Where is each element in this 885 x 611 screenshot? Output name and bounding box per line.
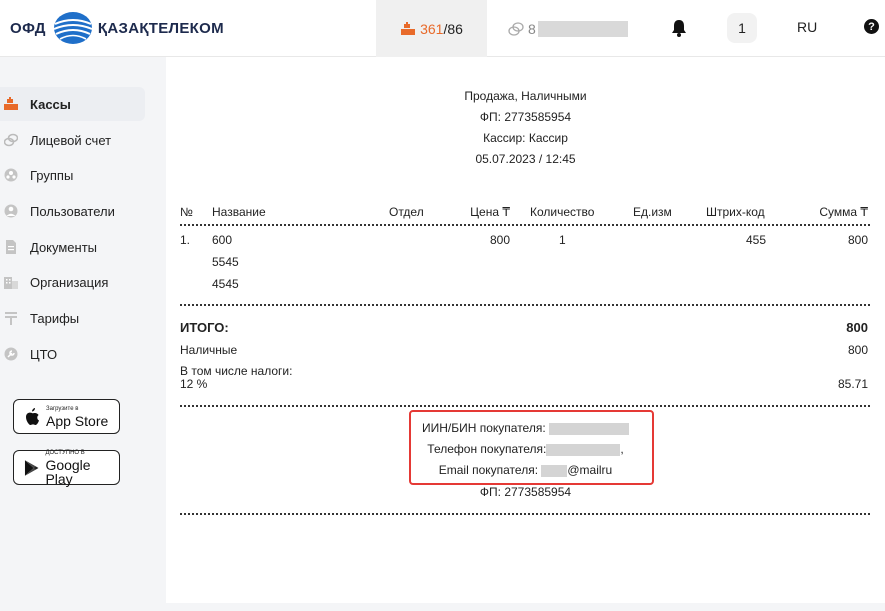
- dotted-divider: [180, 304, 870, 306]
- globe-logo-icon: [53, 12, 93, 44]
- item-name-line: 5545: [212, 255, 239, 269]
- item-name-line: 600: [212, 233, 233, 247]
- kkm-counter[interactable]: 361 / 86: [376, 0, 487, 57]
- google-play-small-text: ДОСТУПНО В: [45, 449, 85, 456]
- sidebar: Кассы Лицевой счет Группы Пользователи Д…: [0, 57, 160, 611]
- app-store-label: App Store: [46, 412, 109, 429]
- account-balance[interactable]: 8: [508, 0, 628, 57]
- col-header-num: №: [180, 205, 193, 219]
- google-play-label: Google Play: [45, 456, 91, 487]
- item-barcode: 455: [745, 233, 766, 247]
- logo-ofd-text: ОФД: [10, 19, 46, 37]
- sidebar-item-documents[interactable]: Документы: [0, 230, 145, 264]
- total-value: 800: [846, 320, 868, 335]
- sidebar-item-groups[interactable]: Группы: [0, 158, 145, 192]
- sidebar-item-tariffs[interactable]: Тарифы: [0, 301, 145, 335]
- google-play-icon: [24, 459, 39, 476]
- item-price: 800: [489, 233, 510, 247]
- language-switcher[interactable]: RU: [797, 19, 817, 35]
- sidebar-item-label: Тарифы: [30, 310, 80, 326]
- balance-prefix: 8: [528, 20, 536, 37]
- sidebar-item-label: Группы: [30, 167, 74, 183]
- item-name-line: 4545: [212, 277, 239, 291]
- coins-icon: [508, 21, 524, 36]
- sidebar-item-organization[interactable]: Организация: [0, 265, 145, 299]
- balance-redacted: [537, 20, 628, 37]
- sidebar-item-label: Организация: [30, 274, 109, 290]
- wrench-icon: [4, 347, 18, 361]
- counter-used: 361: [420, 20, 444, 37]
- user-icon: [4, 204, 18, 218]
- app-store-button[interactable]: Загрузите в App Store: [13, 399, 120, 434]
- col-header-name: Название: [212, 205, 266, 219]
- sidebar-item-kassy[interactable]: Кассы: [0, 87, 145, 121]
- apple-icon: [26, 407, 39, 425]
- receipt-fp: ФП: 2773585954: [479, 110, 572, 124]
- building-icon: [4, 277, 18, 289]
- col-header-price: Цена ₸: [470, 205, 510, 219]
- sidebar-item-label: Документы: [30, 239, 98, 255]
- receipt-panel: Продажа, Наличными ФП: 2773585954 Кассир…: [166, 57, 885, 603]
- tax-value: 85.71: [837, 377, 868, 391]
- sidebar-item-account[interactable]: Лицевой счет: [0, 123, 145, 157]
- google-play-button[interactable]: ДОСТУПНО В Google Play: [13, 449, 120, 487]
- coins-icon: [4, 133, 18, 147]
- cash-register-icon: [4, 97, 18, 110]
- col-header-dept: Отдел: [389, 205, 424, 219]
- tax-rate: 12 %: [180, 377, 208, 391]
- app-store-small-text: Загрузите в: [46, 405, 79, 412]
- tenge-icon: [5, 312, 17, 325]
- col-header-barcode: Штрих-код: [706, 205, 765, 219]
- dotted-divider: [180, 405, 870, 407]
- sidebar-item-label: Кассы: [30, 96, 71, 112]
- receipt-operation: Продажа, Наличными: [464, 89, 587, 103]
- col-header-qty: Количество: [530, 205, 595, 219]
- notification-count-value: 1: [738, 20, 746, 36]
- sidebar-item-label: ЦТО: [30, 346, 58, 362]
- sidebar-item-cto[interactable]: ЦТО: [0, 337, 145, 371]
- bell-icon[interactable]: [671, 19, 687, 37]
- sidebar-item-label: Пользователи: [30, 203, 115, 219]
- total-label: ИТОГО:: [180, 320, 229, 335]
- dotted-divider: [180, 513, 870, 515]
- buyer-info-highlight: [409, 410, 654, 485]
- receipt-fp-bottom: ФП: 2773585954: [479, 485, 572, 499]
- counter-total: 86: [447, 20, 463, 37]
- top-header: ОФД ҚАЗАҚТЕЛЕКОМ 361 / 86 8 1 RU ?: [0, 0, 885, 57]
- dotted-divider: [180, 224, 870, 226]
- help-icon[interactable]: ?: [864, 19, 879, 34]
- payment-value: 800: [847, 343, 868, 357]
- col-header-sum: Сумма ₸: [819, 205, 868, 219]
- sidebar-item-users[interactable]: Пользователи: [0, 194, 145, 228]
- brand-logo[interactable]: ОФД ҚАЗАҚТЕЛЕКОМ: [10, 11, 224, 45]
- groups-icon: [4, 168, 18, 182]
- item-sum: 800: [847, 233, 868, 247]
- item-qty: 1: [559, 233, 566, 247]
- notification-count[interactable]: 1: [727, 13, 757, 43]
- receipt-datetime: 05.07.2023 / 12:45: [475, 152, 576, 166]
- item-num: 1.: [180, 233, 191, 247]
- logo-brand-text: ҚАЗАҚТЕЛЕКОМ: [97, 19, 224, 37]
- col-header-unit: Ед.изм: [633, 205, 672, 219]
- tax-label: В том числе налоги:: [180, 364, 293, 378]
- document-icon: [6, 240, 16, 254]
- cash-register-icon: [401, 21, 416, 35]
- payment-label: Наличные: [180, 343, 238, 357]
- receipt-cashier: Кассир: Кассир: [483, 131, 568, 145]
- sidebar-item-label: Лицевой счет: [30, 132, 112, 148]
